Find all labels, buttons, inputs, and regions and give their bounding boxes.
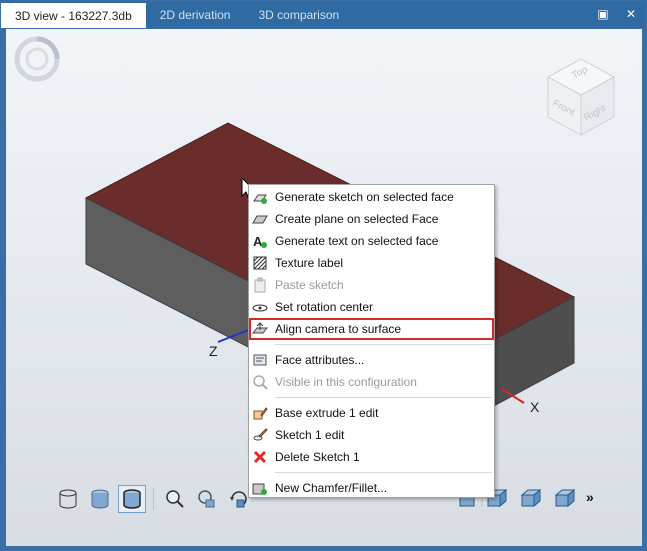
toolbar-separator (153, 488, 154, 510)
wireframe-view-button[interactable] (54, 485, 82, 513)
menu-separator (275, 472, 492, 473)
menu-item-create-plane[interactable]: Create plane on selected Face (249, 208, 494, 230)
wireframe-icon (59, 489, 77, 509)
zoom-selection-icon (198, 490, 215, 508)
context-menu: Generate sketch on selected face Create … (248, 184, 495, 498)
paste-icon (252, 277, 268, 293)
delete-icon (252, 449, 268, 465)
rotation-center-icon (252, 299, 268, 315)
text-face-icon: A (252, 233, 268, 249)
align-camera-icon (252, 321, 268, 337)
plane-icon (252, 211, 268, 227)
tab-3d-comparison[interactable]: 3D comparison (244, 1, 353, 28)
more-tools-button[interactable]: » (580, 489, 600, 505)
visibility-icon (252, 374, 268, 390)
sketch-edit-icon (252, 427, 268, 443)
maximize-icon[interactable]: ▣ (596, 7, 610, 21)
menu-item-align-camera[interactable]: Align camera to surface (249, 318, 494, 340)
menu-item-delete-sketch[interactable]: Delete Sketch 1 (249, 446, 494, 468)
menu-item-texture-label[interactable]: Texture label (249, 252, 494, 274)
menu-item-base-extrude-edit[interactable]: Base extrude 1 edit (249, 402, 494, 424)
tab-bar: 3D view - 163227.3db 2D derivation 3D co… (1, 1, 646, 28)
tab-3d-view[interactable]: 3D view - 163227.3db (1, 1, 146, 28)
menu-item-visible-in-config[interactable]: Visible in this configuration (249, 371, 494, 393)
extrude-edit-icon (252, 405, 268, 421)
menu-item-new-chamfer-fillet[interactable]: New Chamfer/Fillet... (249, 477, 494, 499)
texture-icon (252, 255, 268, 271)
face-attributes-icon (252, 352, 268, 368)
close-icon[interactable]: ✕ (624, 7, 638, 21)
tab-2d-derivation[interactable]: 2D derivation (146, 1, 245, 28)
zoom-selection-button[interactable] (193, 485, 221, 513)
x-axis-label: X (530, 399, 540, 415)
view-toolbar (54, 483, 253, 515)
chamfer-icon (252, 480, 268, 496)
svg-text:A: A (253, 234, 263, 249)
menu-item-set-rotation-center[interactable]: Set rotation center (249, 296, 494, 318)
shaded-view-button[interactable] (86, 485, 114, 513)
z-axis-label: Z (209, 343, 218, 359)
shaded-edges-icon (123, 489, 141, 509)
menu-item-paste-sketch[interactable]: Paste sketch (249, 274, 494, 296)
menu-item-generate-sketch[interactable]: Generate sketch on selected face (249, 186, 494, 208)
menu-item-face-attributes[interactable]: Face attributes... (249, 349, 494, 371)
menu-separator (275, 344, 492, 345)
menu-separator (275, 397, 492, 398)
shaded-edges-view-button[interactable] (118, 485, 146, 513)
zoom-icon (166, 490, 184, 508)
menu-item-generate-text[interactable]: A Generate text on selected face (249, 230, 494, 252)
rotate-icon (230, 491, 247, 508)
zoom-button[interactable] (161, 485, 189, 513)
menu-item-sketch-edit[interactable]: Sketch 1 edit (249, 424, 494, 446)
sketch-face-icon (252, 189, 268, 205)
shaded-icon (91, 489, 109, 509)
